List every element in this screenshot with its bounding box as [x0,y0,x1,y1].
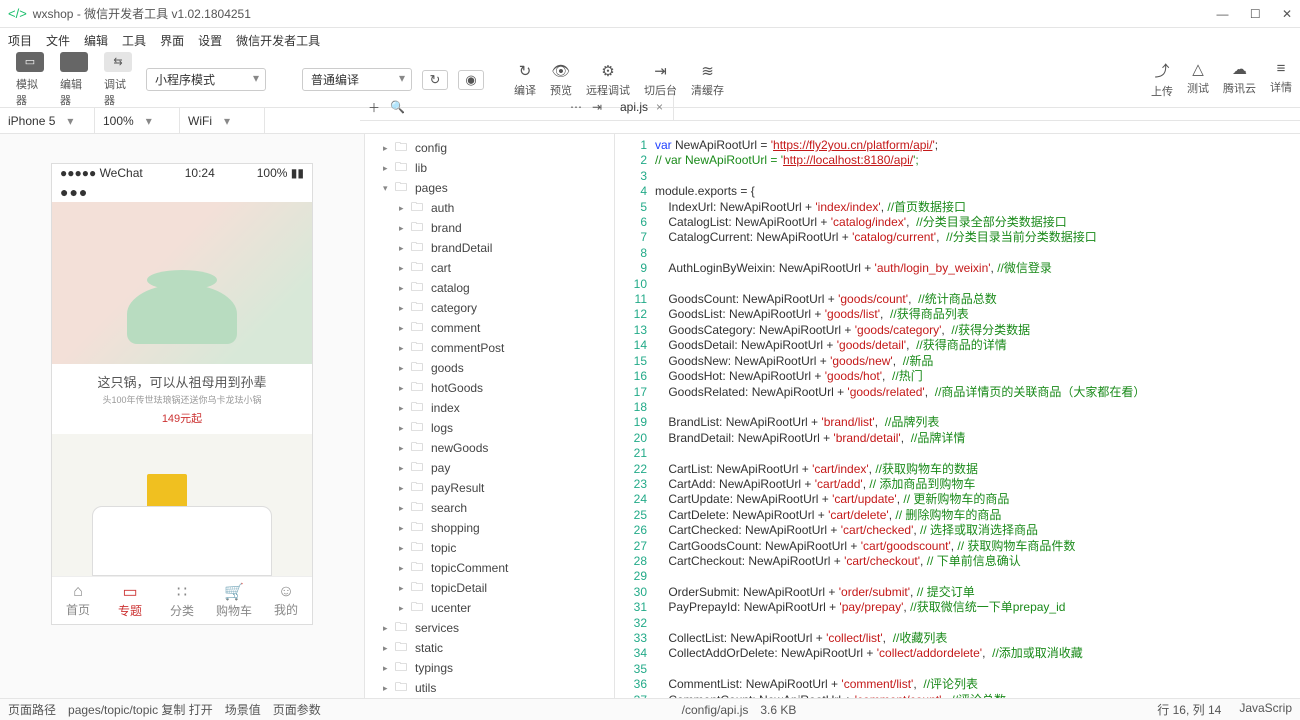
tree-folder[interactable]: ▸🗀goods [365,358,614,378]
toolbar-action[interactable]: ⇥切后台 [644,62,677,98]
status-item: 3.6 KB [760,703,796,717]
tree-folder[interactable]: ▸🗀auth [365,198,614,218]
tree-folder[interactable]: ▸🗀typings [365,658,614,678]
tree-folder[interactable]: ▸🗀config [365,138,614,158]
hero-image-2[interactable] [52,434,312,577]
tree-folder[interactable]: ▸🗀shopping [365,518,614,538]
toolbar-action[interactable]: ≡详情 [1270,60,1292,99]
carrier-label: ●●●●● WeChat [60,166,143,180]
tree-folder[interactable]: ▸🗀static [365,638,614,658]
sim-tab[interactable]: ☺我的 [260,577,312,624]
tree-folder[interactable]: ▸🗀topic [365,538,614,558]
sim-tab[interactable]: ∷分类 [156,577,208,624]
toolbar-button[interactable]: ▭模拟器 [8,50,52,110]
app-logo-icon: </> [8,6,27,21]
menu-dots-icon[interactable]: ●●● [52,182,78,202]
zoom-select[interactable]: 100% [95,108,180,133]
menu-item[interactable]: 工具 [122,32,146,49]
window-title: wxshop - 微信开发者工具 v1.02.1804251 [33,5,1199,22]
tree-folder[interactable]: ▸🗀logs [365,418,614,438]
menu-item[interactable]: 文件 [46,32,70,49]
tree-folder[interactable]: ▸🗀payResult [365,478,614,498]
tree-folder[interactable]: ▸🗀brandDetail [365,238,614,258]
status-item: 页面路径 [8,701,56,718]
tree-folder[interactable]: ▸🗀topicComment [365,558,614,578]
refresh-icon[interactable]: ↻ [422,70,448,90]
toolbar-action[interactable]: △测试 [1187,60,1209,99]
more-icon[interactable]: ⋯ [570,100,582,114]
add-file-icon[interactable]: ＋ [368,99,380,116]
sim-tab[interactable]: ⌂首页 [52,577,104,624]
tree-folder[interactable]: ▸🗀brand [365,218,614,238]
tree-folder[interactable]: ▸🗀index [365,398,614,418]
status-item: 行 16, 列 14 [1157,701,1221,718]
menu-item[interactable]: 项目 [8,32,32,49]
tree-folder[interactable]: ▸🗀category [365,298,614,318]
tree-folder[interactable]: ▸🗀ucenter [365,598,614,618]
close-icon[interactable]: ✕ [1282,7,1292,21]
status-item: 页面参数 [273,701,321,718]
tree-folder[interactable]: ▾🗀pages [365,178,614,198]
tree-folder[interactable]: ▸🗀newGoods [365,438,614,458]
menu-item[interactable]: 界面 [160,32,184,49]
menu-item[interactable]: 微信开发者工具 [236,32,320,49]
file-tab[interactable]: api.js× [610,95,674,120]
tree-folder[interactable]: ▸🗀hotGoods [365,378,614,398]
collapse-icon[interactable]: ⇥ [592,100,602,114]
menu-item[interactable]: 编辑 [84,32,108,49]
toolbar-button[interactable]: 编辑器 [52,50,96,110]
toolbar-action[interactable]: ≋清缓存 [691,62,724,98]
caption-sub: 头100年传世珐琅锅还送你乌卡龙珐小锅 [60,393,304,406]
tree-folder[interactable]: ▸🗀pay [365,458,614,478]
tree-folder[interactable]: ▸🗀catalog [365,278,614,298]
tree-folder[interactable]: ▸🗀services [365,618,614,638]
tree-folder[interactable]: ▸🗀lib [365,158,614,178]
toolbar-action[interactable]: ⤴上传 [1151,60,1173,99]
maximize-icon[interactable]: ☐ [1250,7,1261,21]
toolbar-action[interactable]: ↻编译 [514,62,536,98]
status-item: JavaScrip [1239,701,1292,718]
eye-icon[interactable]: ◉ [458,70,484,90]
tree-folder[interactable]: ▸🗀commentPost [365,338,614,358]
menu-item[interactable]: 设置 [198,32,222,49]
mode-select[interactable]: 小程序模式 [146,68,266,91]
toolbar-button[interactable]: ⇆调试器 [96,50,140,110]
tree-folder[interactable]: ▸🗀cart [365,258,614,278]
caption-title: 这只锅，可以从祖母用到孙辈 [60,372,304,391]
toolbar-action[interactable]: ⚙远程调试 [586,62,630,98]
toolbar-action[interactable]: ☁腾讯云 [1223,60,1256,99]
status-item: 场景值 [225,701,261,718]
time-label: 10:24 [185,166,215,180]
sim-tab[interactable]: 🛒购物车 [208,577,260,624]
toolbar-action[interactable]: 👁预览 [550,62,572,98]
network-select[interactable]: WiFi [180,108,265,133]
code-editor[interactable]: var NewApiRootUrl = 'https://fly2you.cn/… [655,134,1300,698]
simulator-phone: ●●●●● WeChat 10:24 100% ▮▮ ●●● 这只锅，可以从祖母… [52,164,312,624]
close-tab-icon[interactable]: × [656,100,663,114]
status-item: pages/topic/topic 复制 打开 [68,701,213,718]
sim-tab[interactable]: ▭专题 [104,577,156,624]
compile-select[interactable]: 普通编译 [302,68,412,91]
hero-image-1[interactable] [52,202,312,364]
caption-price: 149元起 [60,410,304,426]
minimize-icon[interactable]: — [1216,7,1228,21]
tree-folder[interactable]: ▸🗀utils [365,678,614,698]
tree-folder[interactable]: ▸🗀search [365,498,614,518]
device-select[interactable]: iPhone 5 [0,108,95,133]
tree-folder[interactable]: ▸🗀comment [365,318,614,338]
battery-label: 100% ▮▮ [257,166,304,180]
status-item: /config/api.js [682,703,749,717]
tree-folder[interactable]: ▸🗀topicDetail [365,578,614,598]
search-icon[interactable]: 🔍 [390,100,405,114]
